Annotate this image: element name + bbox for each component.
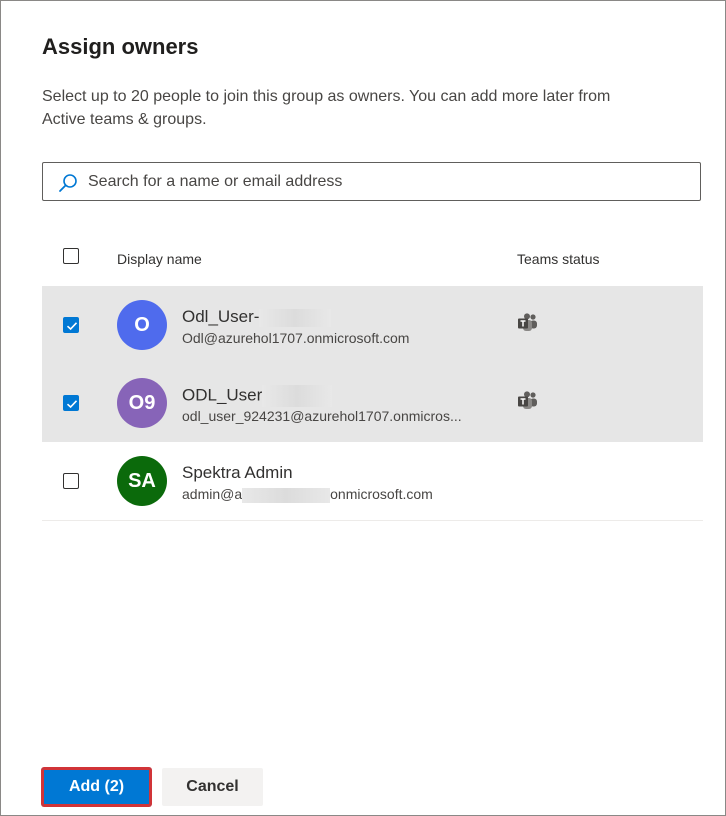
user-email: admin@a onmicrosoft.com [182, 486, 433, 503]
user-email-suffix: onmicrosoft.com [330, 486, 433, 502]
description-line-1: Select up to 20 people to join this grou… [42, 88, 611, 105]
column-header-display-name[interactable]: Display name [117, 251, 202, 267]
table-row[interactable]: O Odl_User- Odl@azurehol1707.onmicrosoft… [42, 286, 703, 364]
column-header-teams-status: Teams status [517, 251, 600, 267]
user-email-prefix: admin@a [182, 486, 243, 502]
teams-icon [518, 391, 537, 409]
user-display-name: ODL_User [182, 385, 333, 407]
search-input[interactable] [88, 163, 688, 200]
redacted-block [262, 385, 333, 407]
redacted-block [242, 487, 331, 503]
user-email: Odl@azurehol1707.onmicrosoft.com [182, 330, 410, 346]
checkmark-icon [66, 322, 78, 331]
search-box[interactable] [42, 162, 701, 201]
description-line-2: Active teams & groups. [42, 111, 207, 128]
assign-owners-dialog: Assign owners Select up to 20 people to … [0, 0, 726, 816]
user-email: odl_user_924231@azurehol1707.onmicros... [182, 408, 462, 424]
table-row[interactable]: O9 ODL_User odl_user_924231@azurehol1707… [42, 364, 703, 442]
row-checkbox[interactable] [63, 317, 79, 333]
search-icon [59, 174, 77, 192]
row-checkbox[interactable] [63, 395, 79, 411]
select-all-checkbox[interactable] [63, 248, 79, 264]
avatar: O [117, 300, 167, 350]
redacted-block [259, 308, 332, 327]
user-name-text: Odl_User- [182, 307, 260, 326]
avatar: O9 [117, 378, 167, 428]
add-button[interactable]: Add (2) [42, 768, 151, 806]
cancel-button[interactable]: Cancel [162, 768, 263, 806]
row-checkbox[interactable] [63, 473, 79, 489]
dialog-title: Assign owners [42, 34, 199, 59]
user-name-text: ODL_User [182, 385, 263, 405]
checkmark-icon [66, 400, 78, 409]
table-row[interactable]: SA Spektra Admin admin@a onmicrosoft.com [42, 442, 703, 521]
teams-icon [518, 313, 537, 331]
avatar: SA [117, 456, 167, 506]
dialog-description: Select up to 20 people to join this grou… [42, 85, 682, 131]
user-display-name: Odl_User- [182, 307, 332, 327]
user-display-name: Spektra Admin [182, 463, 293, 482]
